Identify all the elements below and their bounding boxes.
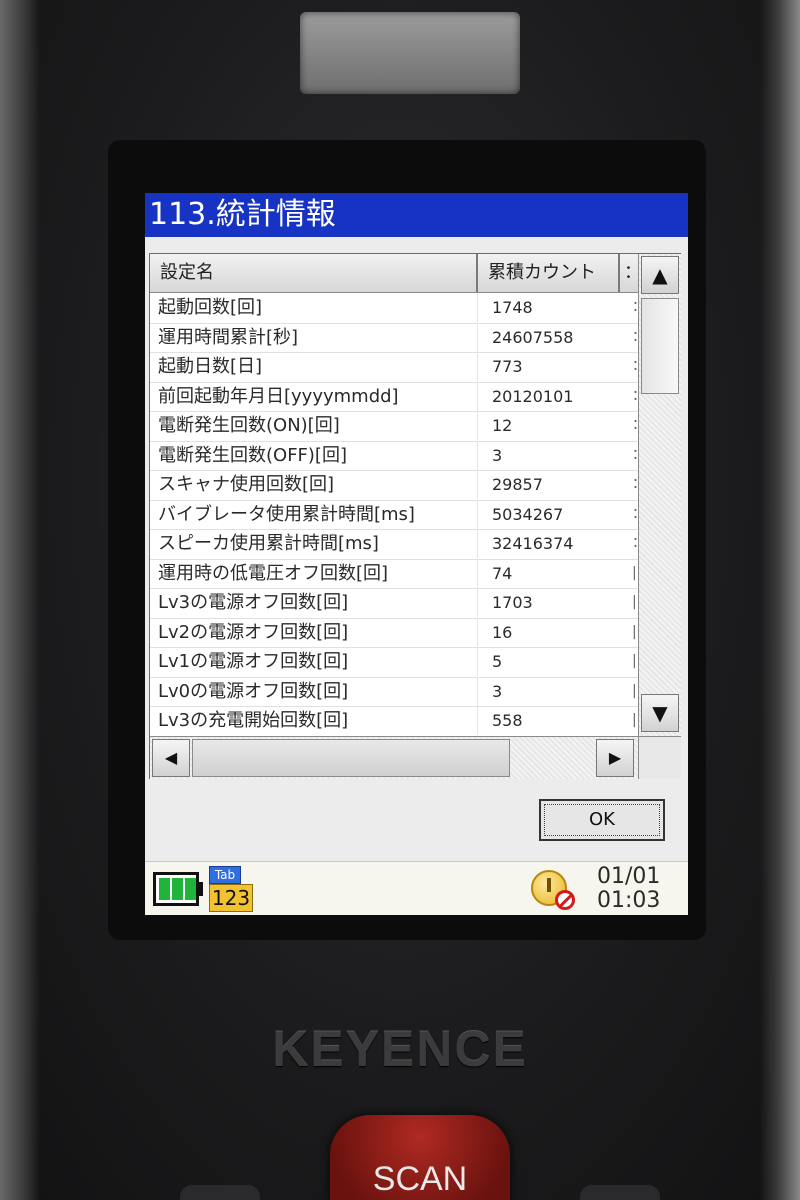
table-header: 設定名 累積カウント ： [150,254,638,293]
battery-bar [185,878,196,900]
table-row[interactable]: 起動回数[回] 1748 ： [150,293,638,324]
scrollbar-corner [638,736,681,779]
left-key[interactable] [180,1185,260,1200]
horizontal-scrollbar[interactable]: ◀ ▶ [150,736,638,779]
extra-cell: ： [620,323,638,352]
column-header-setting-name[interactable]: 設定名 [150,254,478,292]
table-row[interactable]: Lv3の電源オフ回数[回] 1703 | [150,588,638,619]
extra-cell: | [632,623,637,640]
time-display: 01:03 [597,888,661,913]
extra-cell: | [632,712,637,728]
table-row[interactable]: 前回起動年月日[yyyymmdd] 20120101 ： [150,381,638,412]
setting-name-cell: Lv3の充電開始回数[回] [150,706,478,735]
cumulative-count-cell: 20120101 [492,386,574,406]
table-row[interactable]: 電断発生回数(ON)[回] 12 ： [150,411,638,442]
table-row[interactable]: スキャナ使用回数[回] 29857 ： [150,470,638,501]
extra-cell: ： [620,382,638,411]
battery-tip [199,882,203,896]
setting-name-cell: Lv1の電源オフ回数[回] [150,647,478,676]
table-row[interactable]: 運用時間累計[秒] 24607558 ： [150,322,638,353]
scroll-left-icon[interactable]: ◀ [152,739,190,777]
cumulative-count-cell: 1703 [492,593,533,612]
vertical-scrollbar[interactable]: ▲ ▼ [638,254,681,736]
cumulative-count-cell: 773 [492,357,523,376]
table-row[interactable]: バイブレータ使用累計時間[ms] 5034267 ： [150,499,638,530]
setting-name-cell: 運用時間累計[秒] [150,322,478,352]
cumulative-count-cell: 32416374 [492,534,574,553]
setting-name-cell: 電断発生回数(OFF)[回] [150,440,478,470]
input-mode-badge[interactable]: 123 [209,884,253,912]
cumulative-count-cell: 558 [492,711,523,730]
dialog-content: 設定名 累積カウント ： 起動回数[回] 1748 ： 運用時間累計[秒] 246075… [145,237,688,861]
extra-cell: ： [620,500,638,529]
extra-cell: | [632,653,637,669]
scanner-window [300,12,520,94]
table-body: 起動回数[回] 1748 ： 運用時間累計[秒] 24607558 ： 起動日数[日] 773… [150,293,638,736]
battery-bar [159,878,170,900]
handheld-terminal: 113.統計情報 設定名 累積カウント ： 起動回数[回]1748：運用時間累計… [0,0,800,1200]
scroll-right-icon[interactable]: ▶ [596,739,634,777]
battery-icon [153,872,199,906]
table-row[interactable]: Lv1の電源オフ回数[回] 5 | [150,647,638,678]
setting-name-cell: スピーカ使用累計時間[ms] [150,529,478,558]
table-row[interactable]: Lv2の電源オフ回数[回] 16 | [150,617,638,648]
extra-cell: ： [620,529,638,558]
table-row[interactable]: Lv0の電源オフ回数[回] 3 | [150,676,638,707]
cumulative-count-cell: 5 [492,652,503,671]
cumulative-count-cell: 29857 [492,475,543,494]
table-row[interactable]: 電断発生回数(OFF)[回] 3 ： [150,440,638,471]
vertical-scroll-thumb[interactable] [641,298,679,394]
extra-cell: ： [620,293,638,322]
setting-name-cell: 電断発生回数(ON)[回] [150,411,478,440]
setting-name-cell: 起動回数[回] [150,293,478,322]
cumulative-count-cell: 1748 [492,298,533,317]
extra-cell: ： [620,411,638,440]
date-display: 01/01 [597,864,661,889]
column-header-cumulative-count[interactable]: 累積カウント [478,254,620,292]
extra-cell: | [632,564,637,581]
extra-cell: ： [620,352,638,381]
cumulative-count-cell: 3 [492,681,503,701]
ok-button[interactable]: OK [539,799,665,841]
setting-name-cell: スキャナ使用回数[回] [150,470,478,499]
setting-name-cell: 前回起動年月日[yyyymmdd] [150,381,478,411]
cumulative-count-cell: 12 [492,416,513,435]
setting-name-cell: Lv0の電源オフ回数[回] [150,676,478,706]
scroll-up-icon[interactable]: ▲ [641,256,679,294]
extra-cell: ： [620,441,638,470]
brand-logo: KEYENCE [272,1021,528,1077]
setting-name-cell: 運用時の低電圧オフ回数[回] [150,558,478,588]
scan-key-label: SCAN [372,1160,468,1198]
window-title: 113.統計情報 [145,193,688,237]
table-row[interactable]: Lv3の充電開始回数[回] 558 | [150,706,638,736]
extra-cell: | [632,594,637,610]
statistics-table: 設定名 累積カウント ： 起動回数[回] 1748 ： 運用時間累計[秒] 246075… [149,253,681,779]
setting-name-cell: 起動日数[日] [150,352,478,381]
taskbar: Tab 123 01/01 01:03 [145,861,688,915]
table-row[interactable]: 起動日数[日] 773 ： [150,352,638,383]
cumulative-count-cell: 5034267 [492,504,564,524]
table-row[interactable]: スピーカ使用累計時間[ms] 32416374 ： [150,529,638,560]
screen: 113.統計情報 設定名 累積カウント ： 起動回数[回]1748：運用時間累計… [145,193,688,915]
table-row[interactable]: 運用時の低電圧オフ回数[回] 74 | [150,558,638,589]
extra-cell: ： [620,470,638,499]
tab-badge[interactable]: Tab [209,866,241,884]
setting-name-cell: Lv2の電源オフ回数[回] [150,617,478,647]
device-edge-left [0,0,40,1200]
setting-name-cell: バイブレータ使用累計時間[ms] [150,499,478,529]
battery-bar [172,878,183,900]
horizontal-scroll-thumb[interactable] [192,739,510,777]
scroll-down-icon[interactable]: ▼ [641,694,679,732]
cumulative-count-cell: 74 [492,563,513,583]
extra-cell: | [632,682,637,699]
setting-name-cell: Lv3の電源オフ回数[回] [150,588,478,617]
disabled-icon [555,890,575,910]
cumulative-count-cell: 24607558 [492,327,574,347]
cumulative-count-cell: 3 [492,445,503,465]
device-edge-right [760,0,800,1200]
right-key[interactable] [580,1185,660,1200]
column-header-extra[interactable]: ： [620,254,638,292]
cumulative-count-cell: 16 [492,622,513,642]
